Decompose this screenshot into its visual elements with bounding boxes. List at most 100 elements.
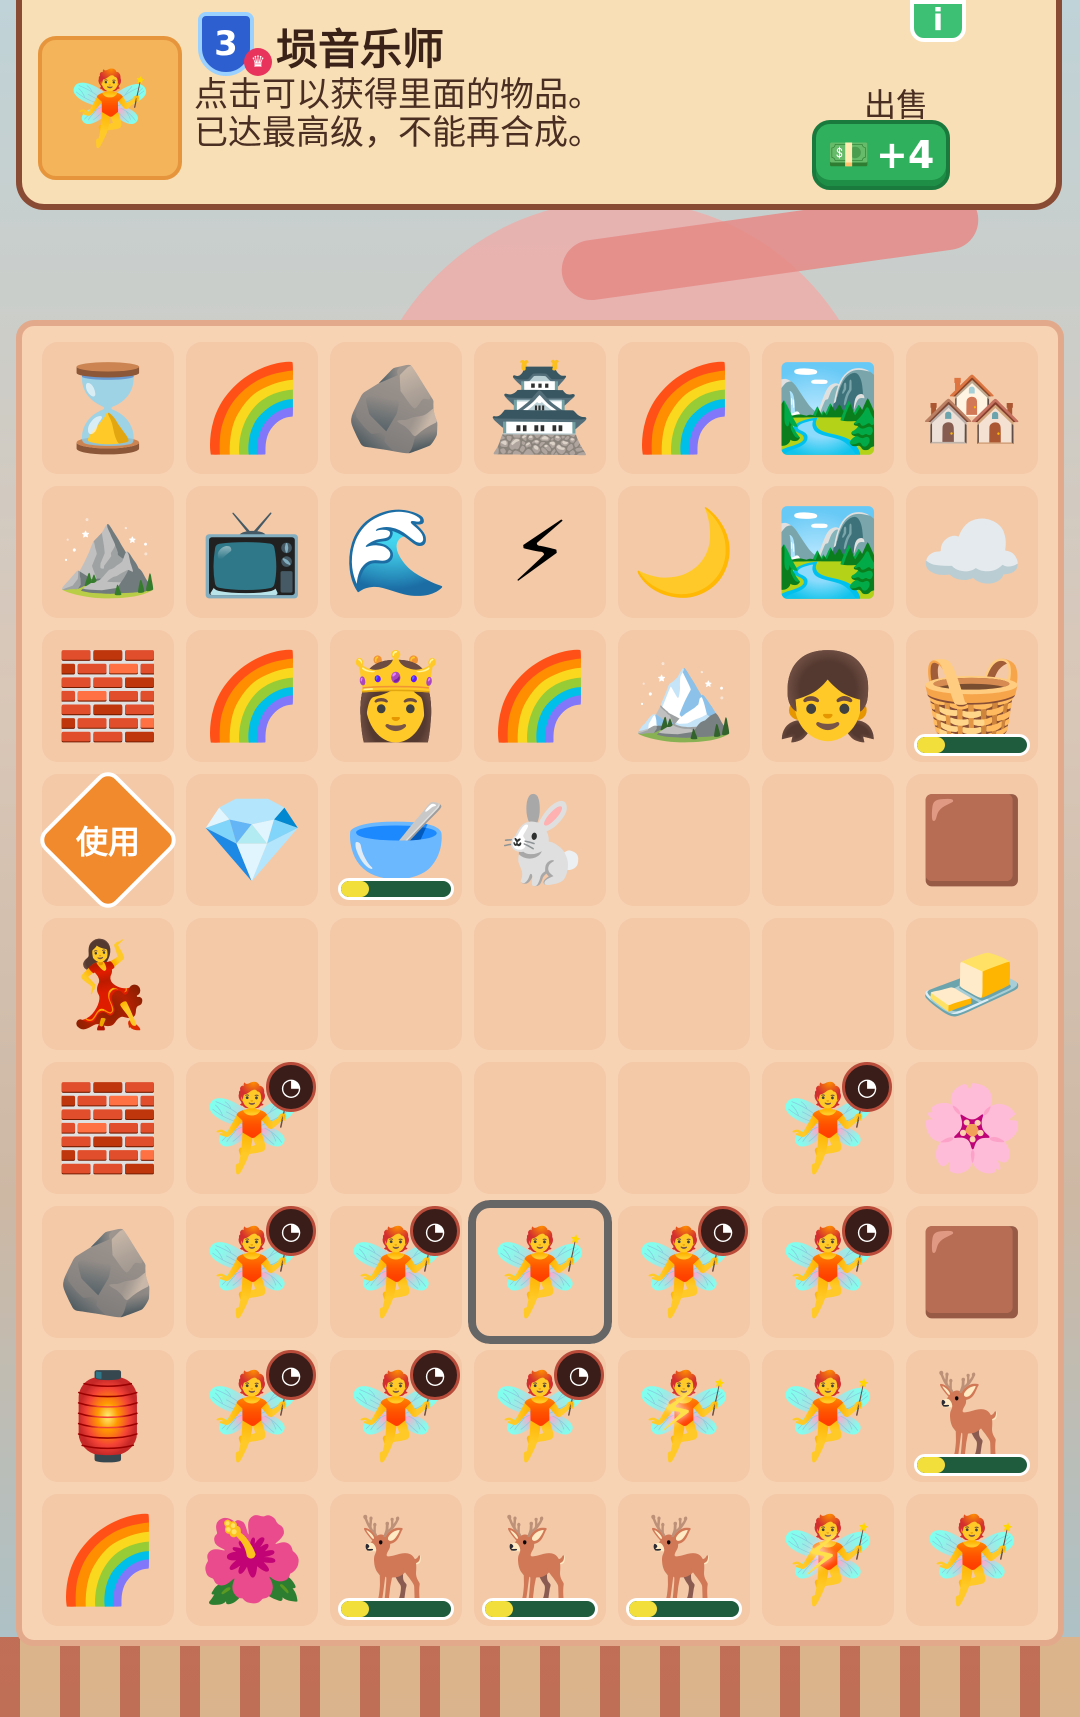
progress-bar bbox=[338, 1598, 454, 1620]
board-cell[interactable]: 🧚 ◔ bbox=[186, 1350, 318, 1482]
board-cell[interactable] bbox=[618, 1062, 750, 1194]
board-cell[interactable] bbox=[186, 918, 318, 1050]
empress-icon: 👸 bbox=[343, 647, 449, 745]
flower-icon: 🌸 bbox=[919, 1079, 1025, 1177]
board-cell[interactable]: 🧚 bbox=[906, 1494, 1038, 1626]
sand-pile-icon: 🟫 bbox=[919, 1223, 1025, 1321]
board-cell[interactable]: 🦌 bbox=[618, 1494, 750, 1626]
energy-bolt-icon: ⚡ bbox=[802, 1524, 842, 1589]
board-cell[interactable]: 🌸 bbox=[906, 1062, 1038, 1194]
merge-board: ⌛ 🌈 🪨 🏯 🌈 🏞️ 🏘️ ⛰️ 📺 🌊 ⚡ 🌙 🏞️ ☁️ 🧱 🌈 👸 🌈 🏔️ 👧 🧺 使用 💎 🥣 🐇 🟫 💃 🧈 🧱 🧚 ◔ 🧚 ◔… bbox=[16, 320, 1064, 1646]
progress-bar bbox=[482, 1598, 598, 1620]
board-cell[interactable]: 🧚 ◔ bbox=[762, 1062, 894, 1194]
progress-fill bbox=[629, 1601, 657, 1617]
board-cell[interactable]: 🦌 bbox=[330, 1494, 462, 1626]
lantern-icon: 🏮 bbox=[55, 1367, 161, 1465]
board-cell[interactable]: 🌈 bbox=[42, 1494, 174, 1626]
board-cell[interactable]: 🧚 ◔ bbox=[330, 1350, 462, 1482]
board-cell[interactable]: ⌛ bbox=[42, 342, 174, 474]
background-railing bbox=[0, 1637, 1080, 1717]
board-cell[interactable]: 🏞️ bbox=[762, 342, 894, 474]
board-cell[interactable]: 🪨 bbox=[330, 342, 462, 474]
small-mountain-icon: ⛰️ bbox=[55, 503, 161, 601]
board-cell[interactable]: 💎 bbox=[186, 774, 318, 906]
board-cell[interactable]: 🧱 bbox=[42, 1062, 174, 1194]
deer-icon: 🦌 bbox=[487, 1511, 593, 1609]
board-cell[interactable]: 💃 bbox=[42, 918, 174, 1050]
board-cell[interactable]: 🧚 bbox=[468, 1200, 612, 1344]
board-cell[interactable]: 🏮 bbox=[42, 1350, 174, 1482]
info-button[interactable]: i bbox=[910, 0, 966, 42]
board-cell[interactable] bbox=[762, 774, 894, 906]
progress-bar bbox=[338, 878, 454, 900]
deer-icon: 🦌 bbox=[919, 1367, 1025, 1465]
board-cell[interactable]: 🐇 bbox=[474, 774, 606, 906]
board-cell[interactable]: 🌺 bbox=[186, 1494, 318, 1626]
progress-fill bbox=[917, 1457, 945, 1473]
board-cell[interactable]: 🏘️ bbox=[906, 342, 1038, 474]
board-cell[interactable]: 🧚 ◔ bbox=[618, 1206, 750, 1338]
board-cell[interactable]: 🦌 bbox=[906, 1350, 1038, 1482]
deer-icon: 🦌 bbox=[343, 1511, 449, 1609]
board-cell[interactable]: 🏯 bbox=[474, 342, 606, 474]
board-cell[interactable]: 🌈 bbox=[186, 342, 318, 474]
item-description: 点击可以获得里面的物品。 已达最高级，不能再合成。 bbox=[194, 76, 602, 152]
pagoda-lake-icon: 🏞️ bbox=[775, 503, 881, 601]
board-cell[interactable]: 👧 bbox=[762, 630, 894, 762]
board-cell[interactable]: ☁️ bbox=[906, 486, 1038, 618]
board-cell[interactable]: 使用 bbox=[34, 766, 182, 914]
board-cell[interactable] bbox=[618, 774, 750, 906]
sell-value: +4 bbox=[876, 133, 935, 177]
board-cell[interactable]: 🧚 ◔ bbox=[474, 1350, 606, 1482]
board-cell[interactable]: 🧚 ⚡ bbox=[762, 1494, 894, 1626]
musician-icon: 🧚 bbox=[919, 1511, 1025, 1609]
tofu-icon: 🧈 bbox=[919, 935, 1025, 1033]
board-cell[interactable] bbox=[474, 1062, 606, 1194]
musician-icon: 🧚 bbox=[775, 1367, 881, 1465]
board-cell[interactable]: 🧚 ◔ bbox=[186, 1206, 318, 1338]
board-cell[interactable]: 🦌 bbox=[474, 1494, 606, 1626]
board-cell[interactable]: 🧚 ◔ bbox=[330, 1206, 462, 1338]
board-cell[interactable]: 🌙 bbox=[618, 486, 750, 618]
crown-icon: ♛ bbox=[244, 48, 272, 76]
pagoda-landscape-icon: 🏯 bbox=[487, 359, 593, 457]
board-cell[interactable]: 🌊 bbox=[330, 486, 462, 618]
use-tag[interactable]: 使用 bbox=[34, 766, 182, 914]
board-cell[interactable]: 🧺 bbox=[906, 630, 1038, 762]
board-cell[interactable]: 🏞️ bbox=[762, 486, 894, 618]
board-cell[interactable] bbox=[330, 918, 462, 1050]
timer-icon: ◔ bbox=[266, 1350, 316, 1400]
board-cell[interactable]: 🧱 bbox=[42, 630, 174, 762]
board-cell[interactable] bbox=[618, 918, 750, 1050]
red-bricks-icon: 🧱 bbox=[55, 1079, 161, 1177]
board-cell[interactable] bbox=[762, 918, 894, 1050]
board-cell[interactable]: 👸 bbox=[330, 630, 462, 762]
board-cell[interactable]: 📺 bbox=[186, 486, 318, 618]
timer-icon: ◔ bbox=[842, 1062, 892, 1112]
blue-ore-icon: 💎 bbox=[199, 791, 305, 889]
board-cell[interactable]: 🧚 bbox=[762, 1350, 894, 1482]
timer-icon: ◔ bbox=[266, 1206, 316, 1256]
board-cell[interactable]: 🪨 bbox=[42, 1206, 174, 1338]
board-cell[interactable]: 🏔️ bbox=[618, 630, 750, 762]
selection-frame bbox=[468, 1200, 612, 1344]
board-cell[interactable]: ⚡ bbox=[474, 486, 606, 618]
board-cell[interactable]: 🧈 bbox=[906, 918, 1038, 1050]
board-cell[interactable]: ⛰️ bbox=[42, 486, 174, 618]
board-cell[interactable]: 🌈 bbox=[618, 342, 750, 474]
board-cell[interactable]: 🟫 bbox=[906, 774, 1038, 906]
cash-icon: 💵 bbox=[827, 135, 871, 175]
board-cell[interactable]: 🧚 ⚡ bbox=[618, 1350, 750, 1482]
board-cell[interactable]: 🌈 bbox=[186, 630, 318, 762]
timer-icon: ◔ bbox=[410, 1350, 460, 1400]
board-cell[interactable] bbox=[330, 1062, 462, 1194]
board-cell[interactable]: 🧚 ◔ bbox=[186, 1062, 318, 1194]
waterfall-rainbow-icon: 🌈 bbox=[631, 359, 737, 457]
timer-icon: ◔ bbox=[410, 1206, 460, 1256]
board-cell[interactable]: 🥣 bbox=[330, 774, 462, 906]
board-cell[interactable]: 🌈 bbox=[474, 630, 606, 762]
sell-button[interactable]: 💵 +4 bbox=[812, 120, 950, 190]
board-cell[interactable] bbox=[474, 918, 606, 1050]
board-cell[interactable]: 🧚 ◔ bbox=[762, 1206, 894, 1338]
board-cell[interactable]: 🟫 bbox=[906, 1206, 1038, 1338]
